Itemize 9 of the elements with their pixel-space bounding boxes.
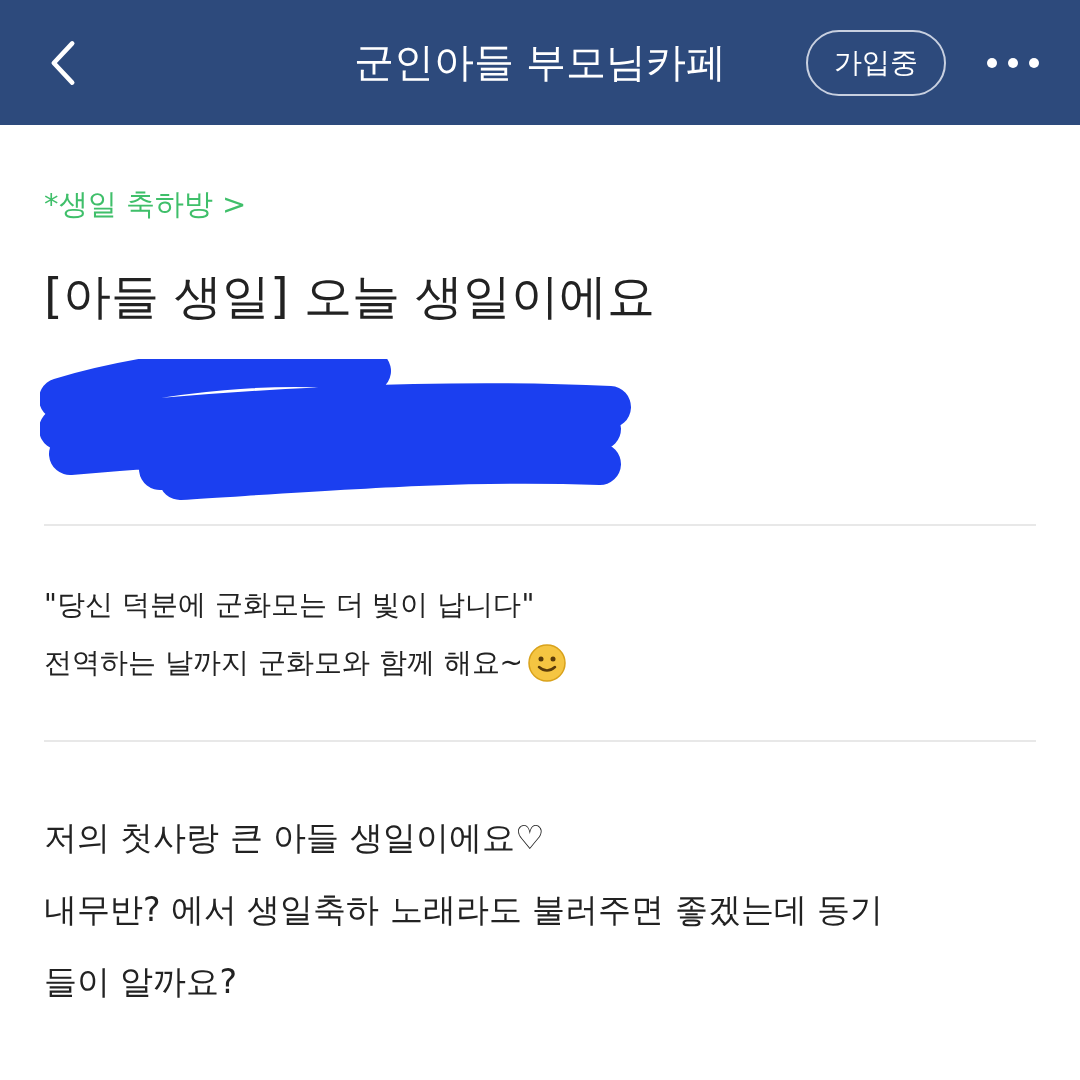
notice-text: 전역하는 날까지 군화모와 함께 해요~ [44,645,524,681]
cafe-title: 군인아들 부모님카페 [352,38,728,87]
more-icon[interactable] [986,56,1040,69]
body-text: 들이 알까요? [44,961,238,1003]
body-text: 내무반? 에서 생일축하 노래라도 불러주면 좋겠는데 동기 [44,889,885,931]
notice-text: "당신 덕분에 군화모는 더 빛이 납니다" [44,587,535,623]
membership-button[interactable]: 가입중 [806,29,946,96]
post-title: [아들 생일] 오늘 생일이에요 [44,267,657,326]
body-text: 저의 첫사랑 큰 아들 생일이에요♡ [44,817,546,859]
